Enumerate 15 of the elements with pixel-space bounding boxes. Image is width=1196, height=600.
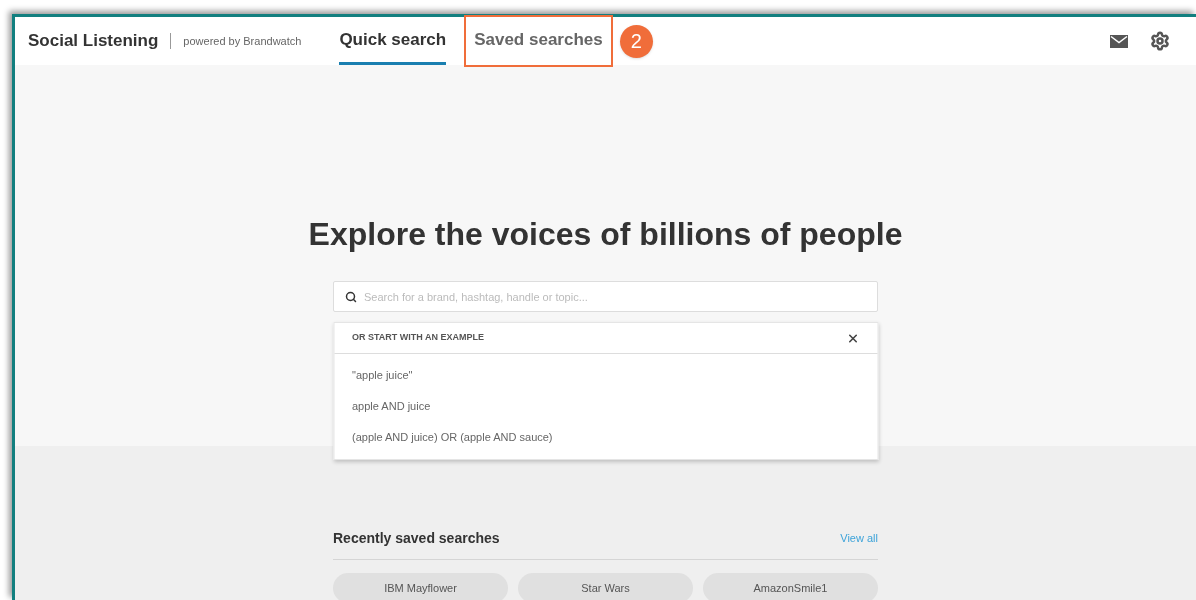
example-item[interactable]: (apple AND juice) OR (apple AND sauce) bbox=[334, 422, 877, 453]
recent-searches-title: Recently saved searches bbox=[333, 529, 500, 548]
example-item[interactable]: "apple juice" bbox=[334, 360, 877, 391]
saved-search-chip[interactable]: IBM Mayflower bbox=[333, 573, 508, 600]
nav-tab[interactable]: Quick search bbox=[339, 17, 447, 65]
powered-by-text: powered by Brandwatch bbox=[183, 33, 302, 49]
saved-search-chip[interactable]: Star Wars bbox=[518, 573, 693, 600]
hero-heading: Explore the voices of billions of people bbox=[308, 215, 903, 254]
nav-tab[interactable]: Saved searches bbox=[466, 17, 611, 65]
app-title: Social Listening bbox=[28, 30, 159, 53]
examples-title: OR START WITH AN EXAMPLE bbox=[352, 331, 484, 345]
saved-search-chip[interactable]: AmazonSmile1 bbox=[703, 573, 878, 600]
step-badge: 2 bbox=[619, 24, 653, 58]
example-item[interactable]: apple AND juice bbox=[334, 391, 877, 422]
search-field[interactable]: Search for a brand, hashtag, handle or topic... bbox=[333, 281, 878, 312]
